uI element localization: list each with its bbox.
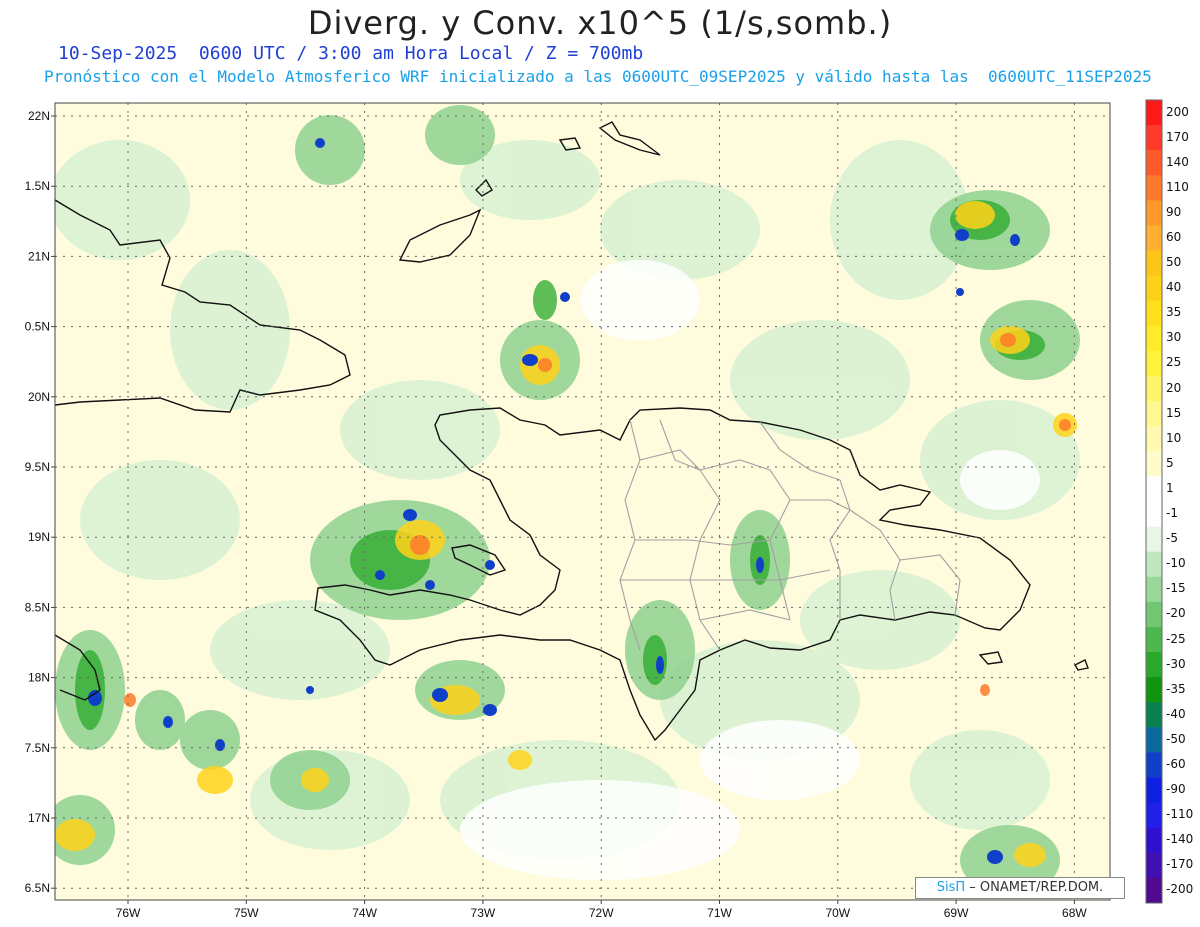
colorbar-swatch	[1146, 250, 1162, 277]
colorbar-swatch	[1146, 626, 1162, 653]
lon-label: 76W	[116, 906, 141, 920]
colorbar-label: -110	[1166, 807, 1194, 822]
lat-label: 8.5N	[25, 600, 50, 614]
lon-label: 70W	[825, 906, 850, 920]
colorbar-swatch	[1146, 501, 1162, 528]
lat-label: 9.5N	[25, 460, 50, 474]
colorbar-label: -60	[1166, 756, 1186, 771]
lon-label: 69W	[944, 906, 969, 920]
credit-text: – ONAMET/REP.DOM.	[969, 880, 1104, 895]
colorbar-label: -50	[1166, 731, 1186, 746]
colorbar-swatch	[1146, 125, 1162, 151]
credit-box: SisΠ – ONAMET/REP.DOM.	[915, 877, 1125, 899]
colorbar-label: -5	[1166, 531, 1178, 546]
colorbar-label: 1	[1166, 480, 1174, 495]
colorbar-swatch	[1146, 350, 1162, 377]
colorbar-swatch	[1146, 426, 1162, 452]
colorbar-swatch	[1146, 451, 1162, 477]
lon-label: 71W	[707, 906, 732, 920]
colorbar-label: -10	[1166, 556, 1186, 571]
colorbar-label: 15	[1166, 405, 1182, 420]
colorbar-swatch	[1146, 526, 1162, 553]
colorbar-swatch	[1146, 727, 1162, 753]
lat-label: 17N	[28, 811, 50, 825]
colorbar-swatch	[1146, 777, 1162, 804]
colorbar-label: -90	[1166, 782, 1186, 797]
lat-label: 1.5N	[25, 179, 50, 193]
colorbar-label: 140	[1166, 154, 1189, 169]
lon-label: 72W	[589, 906, 614, 920]
colorbar-label: 50	[1166, 255, 1182, 270]
colorbar-swatch	[1146, 175, 1162, 201]
colorbar-swatch	[1146, 275, 1162, 302]
colorbar-label: 60	[1166, 230, 1182, 245]
lon-label: 68W	[1062, 906, 1087, 920]
colorbar-swatch	[1146, 877, 1162, 904]
credit-brand: SisΠ	[936, 880, 966, 895]
lat-label: 7.5N	[25, 741, 50, 755]
lat-label: 19N	[28, 530, 50, 544]
colorbar-swatch	[1146, 652, 1162, 678]
colorbar-swatch	[1146, 752, 1162, 779]
colorbar-swatch	[1146, 677, 1162, 703]
colorbar-label: -40	[1166, 706, 1186, 721]
colorbar-swatch	[1146, 476, 1162, 502]
colorbar-label: 170	[1166, 129, 1189, 144]
colorbar-label: 200	[1166, 104, 1189, 119]
colorbar-label: -30	[1166, 656, 1186, 671]
lat-label: 20N	[28, 390, 50, 404]
colorbar-swatch	[1146, 376, 1162, 402]
colorbar-swatch	[1146, 576, 1162, 603]
colorbar-label: -15	[1166, 581, 1186, 596]
colorbar-label: 35	[1166, 305, 1182, 320]
lat-label: 22N	[28, 109, 50, 123]
lon-label: 74W	[352, 906, 377, 920]
colorbar-label: -140	[1166, 832, 1194, 847]
colorbar-swatch	[1146, 601, 1162, 628]
colorbar-swatch	[1146, 200, 1162, 226]
lat-label: 18N	[28, 671, 50, 685]
colorbar-swatch	[1146, 702, 1162, 728]
colorbar-label: 5	[1166, 455, 1174, 470]
colorbar-label: -25	[1166, 631, 1186, 646]
colorbar-swatch	[1146, 827, 1162, 854]
colorbar-label: -170	[1166, 857, 1194, 872]
lon-label: 73W	[471, 906, 496, 920]
colorbar-label: 110	[1166, 179, 1189, 194]
colorbar-label: 90	[1166, 204, 1182, 219]
colorbar-swatch	[1146, 802, 1162, 829]
divergence-map: 22N 1.5N 21N 0.5N 20N 9.5N 19N 8.5N 18N 7.5N 17N 6.…	[25, 99, 1163, 920]
colorbar-label: 25	[1166, 355, 1182, 370]
colorbar-label: 10	[1166, 430, 1182, 445]
colorbar-swatch	[1146, 300, 1162, 327]
colorbar-label: -35	[1166, 681, 1186, 696]
colorbar-swatch	[1146, 551, 1162, 578]
colorbar-label: 20	[1166, 380, 1182, 395]
colorbar-swatch	[1146, 325, 1162, 352]
colorbar-label: -20	[1166, 606, 1186, 621]
colorbar-swatch	[1146, 100, 1162, 126]
lat-label: 21N	[28, 249, 50, 263]
lat-label: 6.5N	[25, 881, 50, 895]
colorbar-swatch	[1146, 401, 1162, 427]
colorbar-swatch	[1146, 852, 1162, 879]
lon-label: 75W	[234, 906, 259, 920]
lat-label: 0.5N	[25, 320, 50, 334]
colorbar-swatch	[1146, 225, 1162, 252]
colorbar-label: 40	[1166, 280, 1182, 295]
colorbar-label: 30	[1166, 330, 1182, 345]
colorbar-swatch	[1146, 150, 1162, 176]
colorbar	[1145, 99, 1163, 904]
colorbar-label: -1	[1166, 506, 1178, 521]
colorbar-label: -200	[1166, 882, 1194, 897]
